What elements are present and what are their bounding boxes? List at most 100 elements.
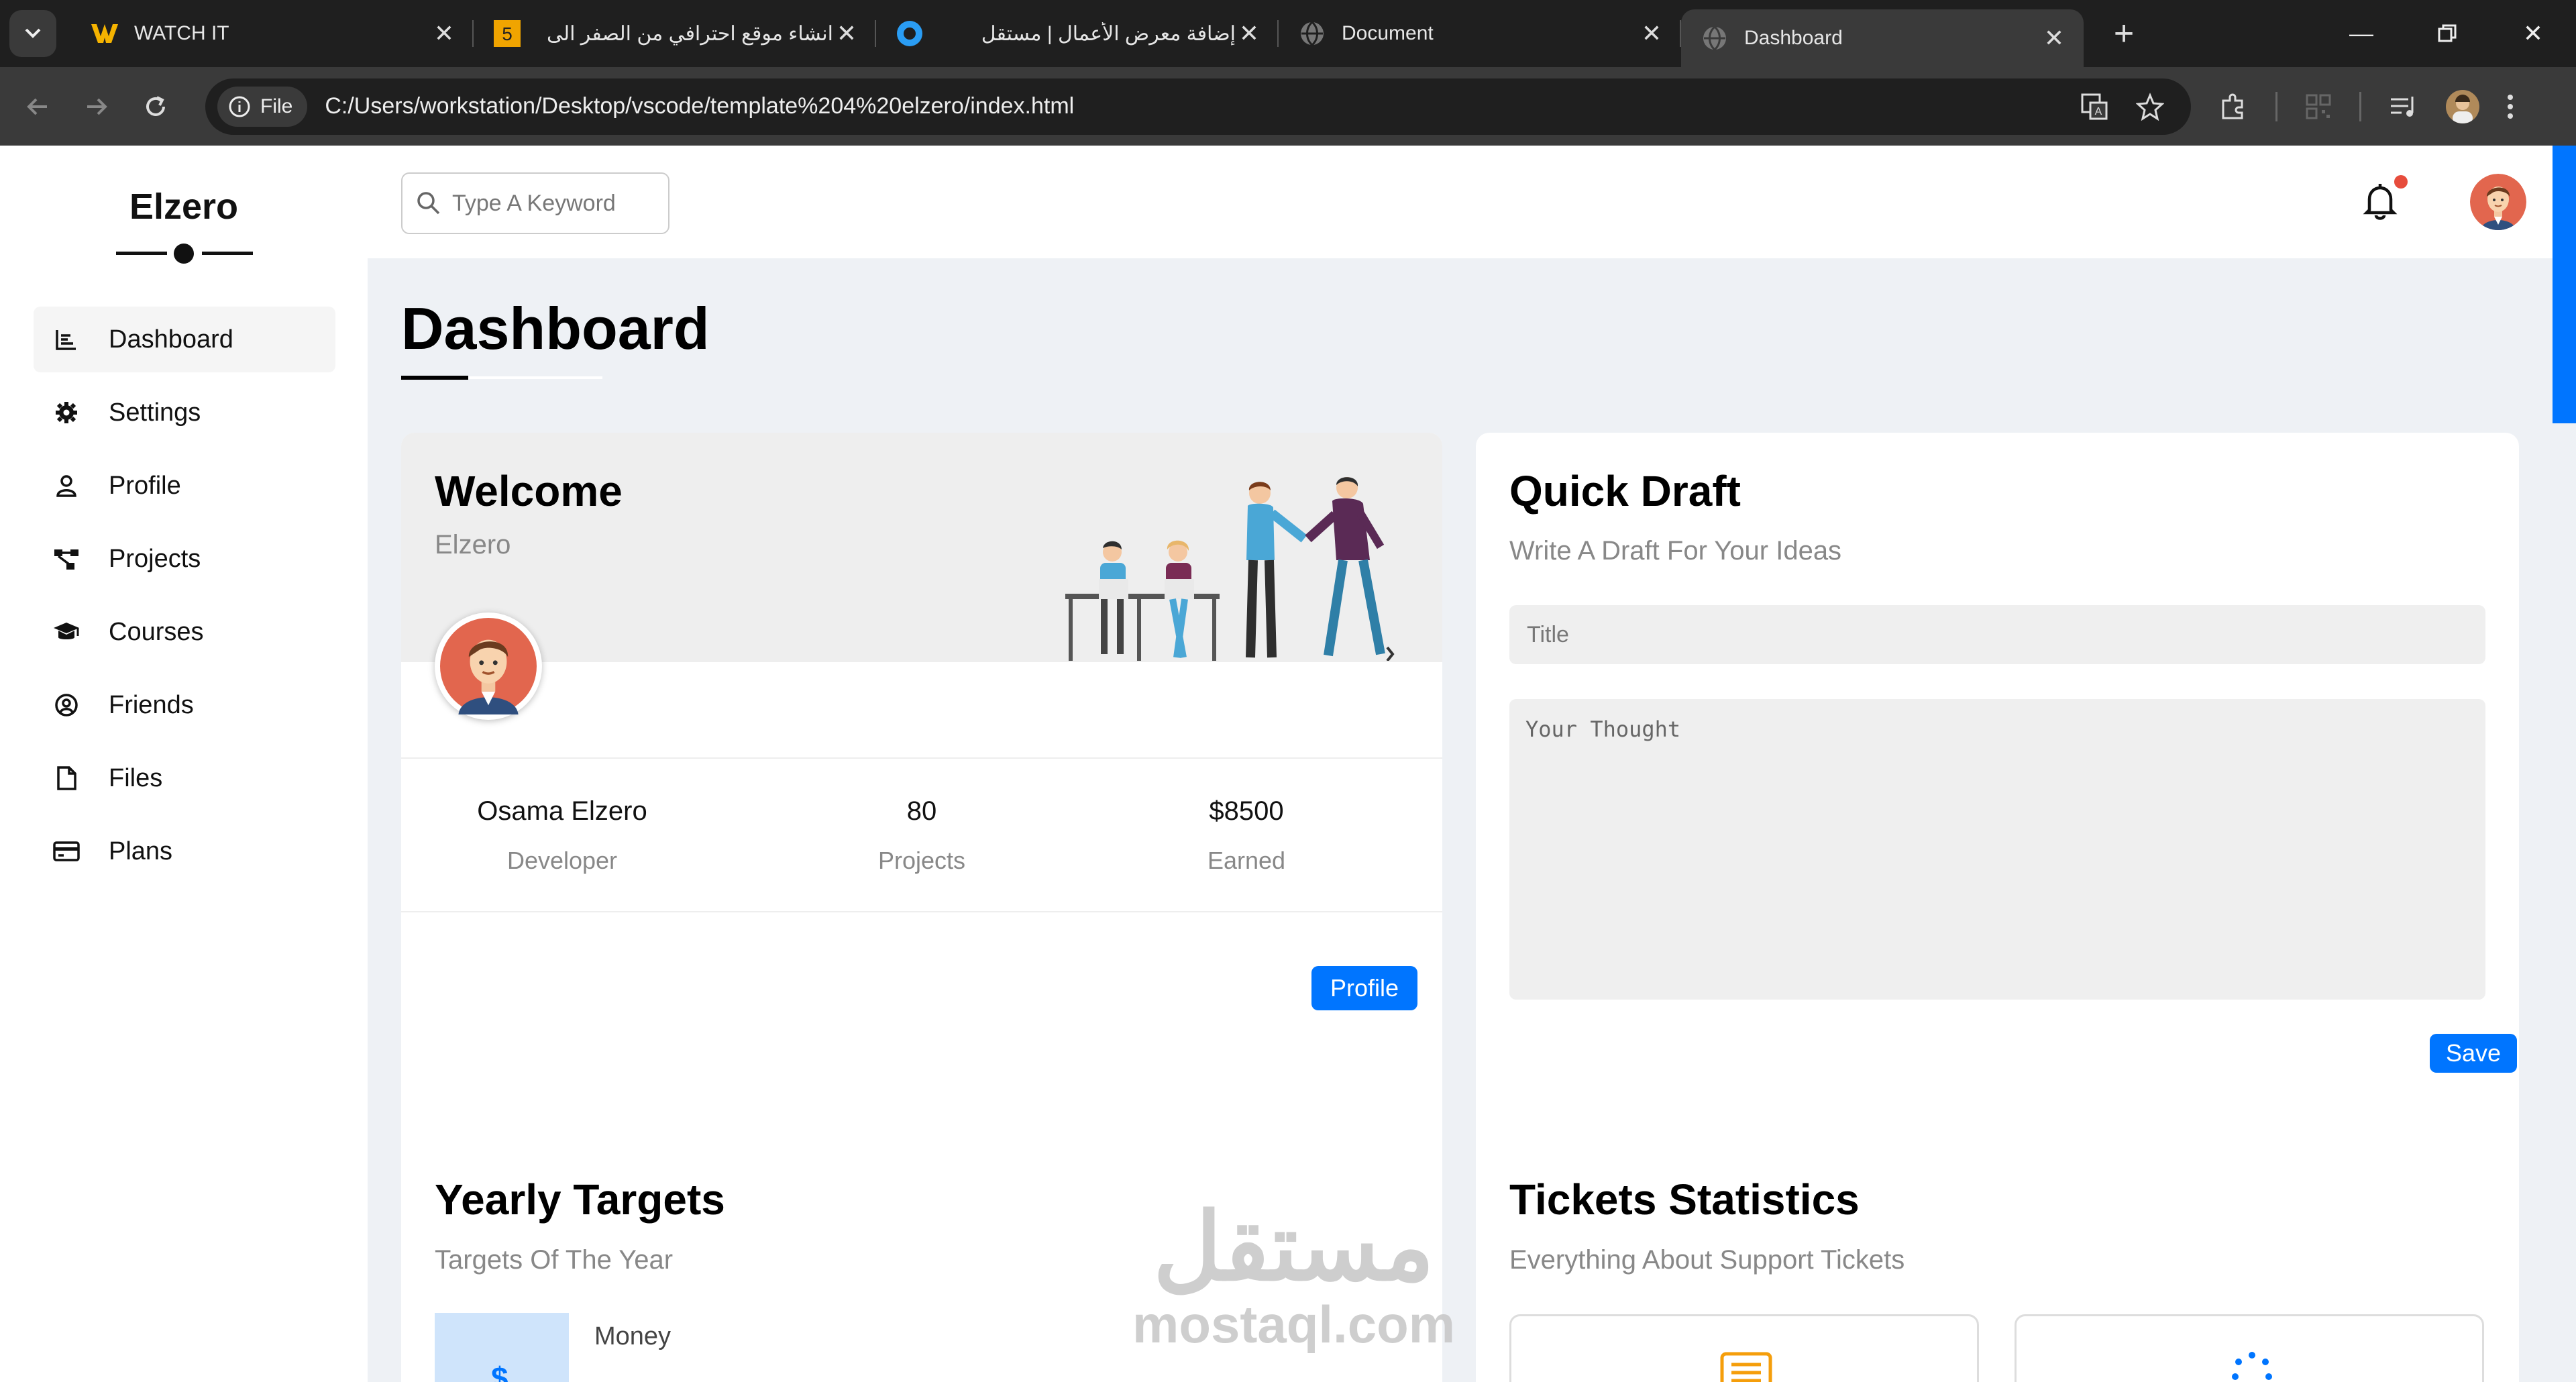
stat-projects: 80 Projects xyxy=(761,796,1083,875)
sidebar-item-files[interactable]: Files xyxy=(34,745,335,811)
gear-icon xyxy=(51,397,82,428)
draft-thought-textarea[interactable]: Your Thought xyxy=(1509,699,2485,1000)
file-icon xyxy=(51,763,82,794)
close-tab-icon[interactable]: ✕ xyxy=(2041,24,2068,52)
forward-button[interactable] xyxy=(70,80,123,134)
browser-tab-watchit[interactable]: WATCH IT ✕ xyxy=(71,0,474,67)
targets-subtitle: Targets Of The Year xyxy=(435,1245,674,1275)
arrow-left-icon xyxy=(27,98,47,115)
reload-icon xyxy=(146,95,165,116)
watchit-favicon-icon xyxy=(91,20,118,47)
browser-tab-bar: WATCH IT ✕ 5 انشاء موقع احترافي من الصفر… xyxy=(0,0,2576,67)
sidebar-item-profile[interactable]: Profile xyxy=(34,453,335,519)
user-icon xyxy=(51,470,82,501)
profile-button[interactable]: Profile xyxy=(1311,966,1417,1010)
ticket-stat-box xyxy=(2015,1314,2484,1382)
browser-tab-dashboard[interactable]: Dashboard ✕ xyxy=(1681,9,2084,67)
scrollbar-thumb[interactable] xyxy=(2553,146,2576,423)
save-button[interactable]: Save xyxy=(2430,1034,2517,1073)
sidebar: Elzero Dashboard Settings Profile Projec… xyxy=(0,146,368,1382)
browser-tab-course[interactable]: 5 انشاء موقع احترافي من الصفر الى ✕ xyxy=(474,0,876,67)
sidebar-item-friends[interactable]: Friends xyxy=(34,672,335,738)
sidebar-item-dashboard[interactable]: Dashboard xyxy=(34,307,335,372)
close-tab-icon[interactable]: ✕ xyxy=(431,19,458,47)
draft-title-input[interactable]: Title xyxy=(1509,605,2485,664)
close-tab-icon[interactable]: ✕ xyxy=(833,19,860,47)
bookmark-star-icon[interactable] xyxy=(2136,92,2164,121)
page-viewport: Elzero Dashboard Settings Profile Projec… xyxy=(0,146,2576,1382)
tab-title: إضافة معرض الأعمال | مستقل xyxy=(981,22,1236,45)
close-tab-icon[interactable]: ✕ xyxy=(1236,19,1263,47)
welcome-card: Welcome Elzero Osama Elzero Developer 80… xyxy=(401,433,1442,1251)
circle-user-icon xyxy=(51,690,82,721)
address-bar[interactable]: File C:/Users/workstation/Desktop/vscode… xyxy=(205,78,2191,135)
top-header: Type A Keyword xyxy=(368,146,2553,258)
close-window-icon[interactable]: ✕ xyxy=(2490,0,2576,67)
site-info-chip[interactable]: File xyxy=(217,86,308,127)
page-title: Dashboard xyxy=(401,295,710,362)
window-controls: — ✕ xyxy=(2318,0,2576,67)
stat-value: Osama Elzero xyxy=(477,796,647,826)
welcome-subtitle: Elzero xyxy=(435,530,511,560)
tab-title: انشاء موقع احترافي من الصفر الى xyxy=(546,22,833,45)
minimize-icon[interactable]: — xyxy=(2318,0,2404,67)
close-tab-icon[interactable]: ✕ xyxy=(1638,19,1665,47)
menu-kebab-icon[interactable] xyxy=(2506,92,2514,121)
sidebar-item-label: Files xyxy=(109,763,163,792)
ticket-stat-box xyxy=(1509,1314,1979,1382)
tickets-statistics-card: Tickets Statistics Everything About Supp… xyxy=(1476,1141,2519,1382)
qr-code-icon[interactable] xyxy=(2304,93,2332,121)
reload-button[interactable] xyxy=(129,80,182,134)
targets-title: Yearly Targets xyxy=(435,1175,725,1224)
stat-label: Projects xyxy=(877,847,966,874)
tab-search-button[interactable] xyxy=(9,10,56,57)
credit-card-icon xyxy=(51,836,82,867)
watermark-arabic: مستقل xyxy=(1153,1194,1435,1299)
sidebar-item-label: Settings xyxy=(109,398,201,427)
brand-underline xyxy=(116,244,253,264)
graduation-cap-icon xyxy=(51,617,82,647)
user-avatar[interactable] xyxy=(2470,174,2526,230)
site-info-label: File xyxy=(260,95,293,117)
svg-text:5: 5 xyxy=(502,23,513,44)
new-tab-button[interactable]: + xyxy=(2097,7,2151,60)
notification-bell-icon[interactable] xyxy=(2360,180,2400,223)
welcome-avatar xyxy=(435,613,542,720)
sidebar-item-label: Courses xyxy=(109,617,204,646)
search-icon xyxy=(417,192,440,215)
sidebar-item-label: Projects xyxy=(109,544,201,573)
sidebar-item-label: Plans xyxy=(109,837,173,865)
stat-earned: $8500 Earned xyxy=(1085,796,1407,875)
mostaql-watermark: مستقل mostaql.com xyxy=(1132,1200,1455,1355)
draft-subtitle: Write A Draft For Your Ideas xyxy=(1509,536,1842,566)
svg-text:A: A xyxy=(2095,106,2102,117)
page-title-underline xyxy=(401,376,602,380)
sidebar-item-label: Dashboard xyxy=(109,325,233,354)
page-scrollbar[interactable] xyxy=(2553,146,2576,1382)
spinner-icon xyxy=(2232,1352,2272,1380)
browser-profile-avatar[interactable] xyxy=(2446,89,2479,123)
media-controls-icon[interactable] xyxy=(2388,93,2419,121)
back-button[interactable] xyxy=(11,80,64,134)
sidebar-item-courses[interactable]: Courses xyxy=(34,599,335,665)
tab-title: WATCH IT xyxy=(134,22,229,44)
translate-icon[interactable]: A xyxy=(2080,92,2109,121)
search-input[interactable]: Type A Keyword xyxy=(401,172,669,234)
sidebar-item-settings[interactable]: Settings xyxy=(34,380,335,445)
restore-icon[interactable] xyxy=(2404,0,2490,67)
sidebar-item-plans[interactable]: Plans xyxy=(34,818,335,884)
search-placeholder: Type A Keyword xyxy=(452,190,616,216)
url-text: C:/Users/workstation/Desktop/vscode/temp… xyxy=(325,93,1075,119)
diagram-icon xyxy=(51,543,82,574)
browser-tab-document[interactable]: Document ✕ xyxy=(1279,0,1681,67)
money-icon-box: $ xyxy=(435,1313,569,1382)
browser-tab-mostaql[interactable]: إضافة معرض الأعمال | مستقل ✕ xyxy=(876,0,1279,67)
sidebar-item-label: Profile xyxy=(109,471,181,500)
chart-bars-icon xyxy=(51,324,82,355)
extensions-puzzle-icon[interactable] xyxy=(2218,91,2249,122)
sidebar-item-projects[interactable]: Projects xyxy=(34,526,335,592)
stat-label: Developer xyxy=(506,847,618,874)
mostaql-favicon-icon xyxy=(896,20,923,47)
globe-favicon-icon xyxy=(1299,20,1326,47)
tab-title: Dashboard xyxy=(1744,27,1843,49)
